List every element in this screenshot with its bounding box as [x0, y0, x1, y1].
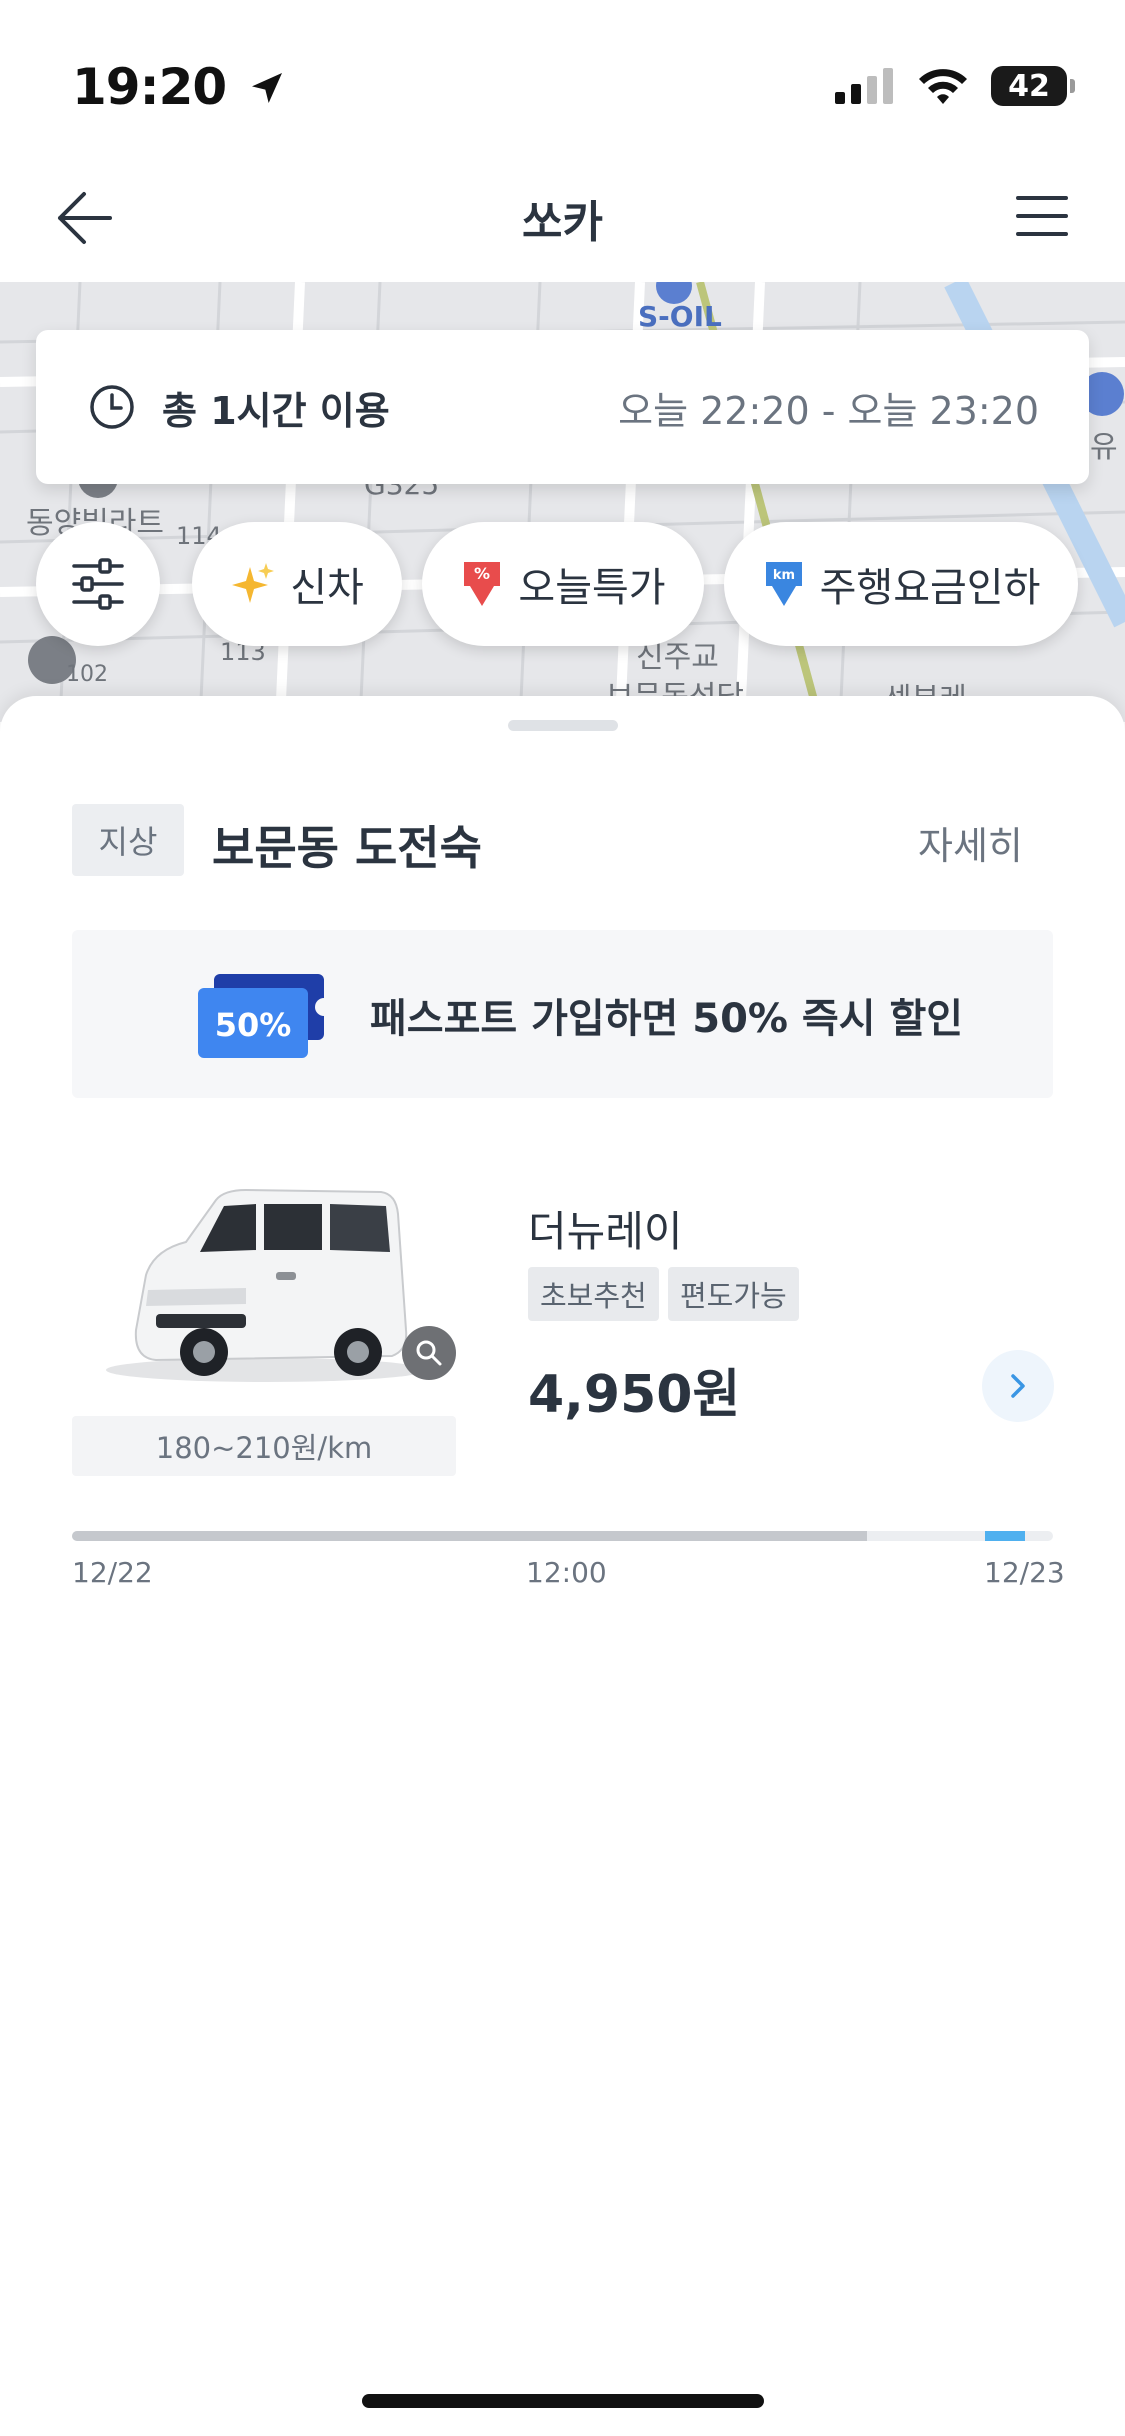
wifi-icon — [919, 69, 967, 104]
map-label-s-oil: S-OIL — [638, 300, 722, 333]
sheet-drag-handle[interactable] — [508, 720, 618, 731]
filter-today-deal-label: 오늘특가 — [518, 565, 666, 611]
car-detail-button[interactable] — [982, 1350, 1054, 1422]
zone-name: 보문동 도전숙 — [212, 821, 482, 875]
sparkle-icon — [232, 563, 275, 603]
filter-new-car[interactable]: 신차 — [192, 522, 402, 646]
menu-icon[interactable] — [1014, 192, 1070, 240]
zoom-image-button[interactable] — [402, 1326, 456, 1380]
filter-fare-cut[interactable]: km 주행요금인하 — [724, 522, 1078, 646]
magnifier-icon — [416, 1340, 442, 1366]
discount-arrow-icon: % — [464, 562, 501, 606]
filter-today-deal[interactable]: % 오늘특가 — [422, 522, 704, 646]
chevron-right-icon — [1011, 1374, 1025, 1398]
timeline-mid-label: 12:00 — [526, 1556, 607, 1589]
page-title: 쏘카 — [522, 197, 603, 248]
home-indicator[interactable] — [362, 2394, 764, 2408]
car-tag-beginner: 초보추천 — [528, 1267, 659, 1321]
cellular-signal-icon — [835, 68, 893, 104]
filter-settings-button[interactable] — [36, 522, 160, 646]
km-badge-text: km — [772, 568, 794, 583]
location-arrow-icon — [251, 73, 282, 103]
clock-icon — [90, 385, 134, 429]
status-time: 19:20 — [72, 58, 287, 116]
car-model-name: 더뉴레이 — [528, 1207, 683, 1256]
sliders-icon — [72, 558, 124, 610]
rental-time-bar[interactable]: 총 1시간 이용 오늘 22:20 - 오늘 23:20 — [36, 330, 1089, 484]
status-icons: 42 — [835, 66, 1075, 106]
zone-detail-link[interactable]: 자세히 — [918, 815, 1023, 870]
discount-badge-text: % — [474, 564, 490, 583]
rental-duration: 총 1시간 이용 — [162, 388, 390, 433]
car-tag-one-way: 편도가능 — [668, 1267, 799, 1321]
map-label-102: 102 — [66, 662, 108, 687]
coupon-badge-text: 50% — [215, 1006, 292, 1044]
parking-type-badge: 지상 — [72, 804, 184, 876]
promo-text: 패스포트 가입하면 50% 즉시 할인 — [370, 996, 964, 1042]
coupon-icon: 50% — [198, 974, 328, 1058]
filter-new-car-label: 신차 — [290, 565, 364, 611]
battery-level: 42 — [1008, 68, 1050, 104]
fare-down-arrow-icon: km — [765, 562, 802, 606]
timeline-selected-segment — [985, 1531, 1025, 1541]
car-price: 4,950원 — [528, 1365, 741, 1425]
timeline-booked-segment — [72, 1531, 867, 1541]
timeline-start-label: 12/22 — [72, 1556, 153, 1589]
battery-icon: 42 — [991, 66, 1075, 106]
car-image[interactable] — [96, 1180, 426, 1390]
map-label-right: 유 — [1090, 430, 1118, 465]
fare-per-km: 180~210원/km — [72, 1416, 456, 1476]
filter-fare-cut-label: 주행요금인하 — [819, 565, 1041, 611]
rental-range: 오늘 22:20 - 오늘 23:20 — [618, 388, 1039, 433]
timeline-end-label: 12/23 — [984, 1556, 1065, 1589]
